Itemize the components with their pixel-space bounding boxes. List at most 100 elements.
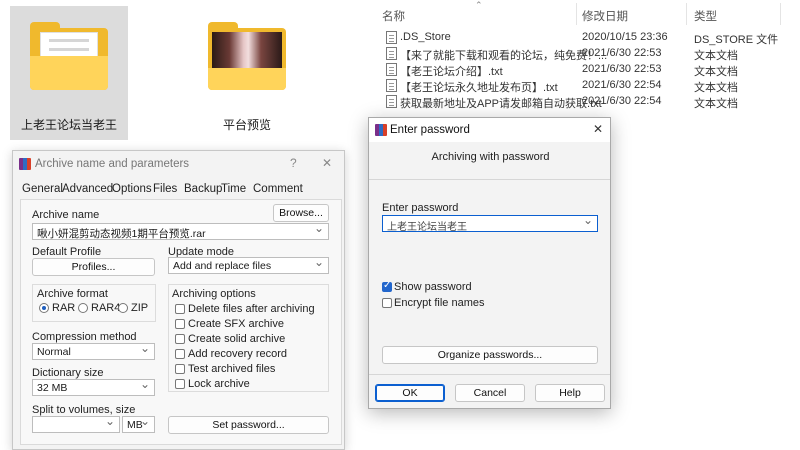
folder-tile-preview[interactable]: 平台预览 bbox=[188, 6, 306, 140]
file-row[interactable]: 【老王论坛永久地址发布页】.txt 2021/6/30 22:54 文本文档 bbox=[370, 78, 800, 94]
show-password-checkbox[interactable] bbox=[382, 280, 392, 292]
file-icon bbox=[386, 31, 397, 44]
file-row[interactable]: 【老王论坛介绍】.txt 2021/6/30 22:53 文本文档 bbox=[370, 62, 800, 78]
format-rar-label: RAR bbox=[52, 302, 76, 314]
profiles-button[interactable]: Profiles... bbox=[32, 258, 155, 276]
file-row[interactable]: 【来了就能下载和观看的论坛，纯免费！... 2021/6/30 22:53 文本… bbox=[370, 46, 800, 62]
archiving-options-label: Archiving options bbox=[172, 288, 256, 300]
tab-advanced[interactable]: Advanced bbox=[62, 183, 113, 195]
cancel-button[interactable]: Cancel bbox=[455, 384, 525, 402]
recovery-record-label: Add recovery record bbox=[188, 348, 288, 360]
delete-files-checkbox[interactable] bbox=[175, 304, 185, 314]
update-mode-select[interactable]: Add and replace files bbox=[168, 257, 329, 274]
create-sfx-label: Create SFX archive bbox=[188, 318, 284, 330]
column-header-type[interactable]: 类型 bbox=[694, 8, 717, 24]
tab-files[interactable]: Files bbox=[153, 183, 177, 195]
compression-label: Compression method bbox=[32, 331, 137, 343]
help-button[interactable]: Help bbox=[535, 384, 605, 402]
recovery-record-checkbox[interactable] bbox=[175, 349, 185, 359]
test-files-checkbox[interactable] bbox=[175, 364, 185, 374]
folder-label: 平台预览 bbox=[222, 118, 271, 132]
dictionary-label: Dictionary size bbox=[32, 367, 104, 379]
organize-passwords-button[interactable]: Organize passwords... bbox=[382, 346, 598, 364]
lock-archive-checkbox[interactable] bbox=[175, 379, 185, 389]
text-file-icon bbox=[386, 47, 397, 60]
browse-button[interactable]: Browse... bbox=[273, 204, 329, 222]
file-modified: 2021/6/30 22:54 bbox=[582, 95, 662, 107]
file-modified: 2021/6/30 22:54 bbox=[582, 79, 662, 91]
format-zip-label: ZIP bbox=[131, 302, 149, 314]
dialog-subtitle: Archiving with password bbox=[431, 151, 550, 163]
password-input[interactable]: 上老王论坛当老王 bbox=[382, 215, 598, 232]
tab-comment[interactable]: Comment bbox=[253, 183, 303, 195]
ok-button[interactable]: OK bbox=[375, 384, 445, 402]
archive-name-label: Archive name bbox=[32, 209, 100, 221]
file-modified: 2020/10/15 23:36 bbox=[582, 31, 668, 43]
password-dialog: Enter password ✕ Archiving with password… bbox=[368, 117, 611, 409]
dialog-titlebar[interactable]: Enter password ✕ bbox=[369, 118, 610, 142]
delete-files-label: Delete files after archiving bbox=[188, 303, 315, 315]
lock-archive-label: Lock archive bbox=[188, 378, 250, 390]
show-password-label: Show password bbox=[394, 281, 472, 293]
dialog-titlebar[interactable]: Archive name and parameters ? ✕ bbox=[13, 151, 344, 177]
text-file-icon bbox=[386, 63, 397, 76]
file-name: .DS_Store bbox=[400, 31, 451, 43]
file-name: 【老王论坛介绍】.txt bbox=[400, 66, 503, 78]
create-solid-label: Create solid archive bbox=[188, 333, 286, 345]
folder-icon bbox=[208, 18, 286, 98]
file-type: 文本文档 bbox=[694, 82, 738, 94]
file-type: 文本文档 bbox=[694, 98, 738, 110]
tab-options[interactable]: Options bbox=[112, 183, 152, 195]
general-panel: Archive name Browse... 啾小妍混剪动态视频1期平台预览.r… bbox=[20, 199, 342, 445]
format-rar-radio[interactable] bbox=[39, 303, 49, 313]
text-file-icon bbox=[386, 95, 397, 108]
file-name: 【来了就能下载和观看的论坛，纯免费！... bbox=[400, 50, 608, 62]
dialog-title: Archive name and parameters bbox=[35, 158, 190, 170]
file-type: DS_STORE 文件 bbox=[694, 34, 779, 46]
column-header-name[interactable]: 名称 bbox=[382, 8, 405, 24]
file-row[interactable]: .DS_Store 2020/10/15 23:36 DS_STORE 文件 bbox=[370, 30, 800, 46]
split-size-input[interactable] bbox=[32, 416, 120, 433]
tab-strip: General Advanced Options Files Backup Ti… bbox=[22, 181, 342, 199]
help-button[interactable]: ? bbox=[290, 156, 297, 170]
tab-general[interactable]: General bbox=[22, 183, 63, 195]
file-type: 文本文档 bbox=[694, 66, 738, 78]
format-rar4-radio[interactable] bbox=[78, 303, 88, 313]
set-password-button[interactable]: Set password... bbox=[168, 416, 329, 434]
folder-icon bbox=[30, 18, 108, 98]
close-button[interactable]: ✕ bbox=[322, 156, 332, 170]
file-name: 【老王论坛永久地址发布页】.txt bbox=[400, 82, 558, 94]
file-type: 文本文档 bbox=[694, 50, 738, 62]
tab-time[interactable]: Time bbox=[221, 183, 246, 195]
create-solid-checkbox[interactable] bbox=[175, 334, 185, 344]
file-name: 获取最新地址及APP请发邮箱自动获取.txt bbox=[400, 98, 602, 110]
tab-backup[interactable]: Backup bbox=[184, 183, 222, 195]
archive-format-label: Archive format bbox=[37, 288, 108, 300]
archive-name-input[interactable]: 啾小妍混剪动态视频1期平台预览.rar bbox=[32, 223, 329, 240]
text-file-icon bbox=[386, 79, 397, 92]
split-unit-select[interactable]: MB bbox=[122, 416, 155, 433]
encrypt-names-label: Encrypt file names bbox=[394, 297, 485, 309]
format-rar4-label: RAR4 bbox=[91, 302, 121, 314]
archive-dialog: Archive name and parameters ? ✕ General … bbox=[12, 150, 345, 450]
winrar-icon bbox=[375, 124, 387, 136]
folder-label: 上老王论坛当老王 bbox=[20, 118, 117, 132]
folder-tile-docs[interactable]: 上老王论坛当老王 bbox=[10, 6, 128, 140]
create-sfx-checkbox[interactable] bbox=[175, 319, 185, 329]
format-zip-radio[interactable] bbox=[118, 303, 128, 313]
dictionary-select[interactable]: 32 MB bbox=[32, 379, 155, 396]
test-files-label: Test archived files bbox=[188, 363, 276, 375]
file-modified: 2021/6/30 22:53 bbox=[582, 47, 662, 59]
winrar-icon bbox=[19, 158, 31, 170]
dialog-title: Enter password bbox=[390, 124, 470, 136]
sort-arrow-icon: ⌃ bbox=[475, 0, 483, 10]
file-list: ⌃ 名称 修改日期 类型 .DS_Store 2020/10/15 23:36 … bbox=[370, 0, 800, 118]
column-header-modified[interactable]: 修改日期 bbox=[582, 8, 628, 24]
default-profile-label: Default Profile bbox=[32, 246, 102, 258]
encrypt-names-checkbox[interactable] bbox=[382, 298, 392, 308]
close-button[interactable]: ✕ bbox=[593, 122, 603, 136]
compression-select[interactable]: Normal bbox=[32, 343, 155, 360]
file-modified: 2021/6/30 22:53 bbox=[582, 63, 662, 75]
file-row[interactable]: 获取最新地址及APP请发邮箱自动获取.txt 2021/6/30 22:54 文… bbox=[370, 94, 800, 110]
enter-password-label: Enter password bbox=[382, 202, 459, 214]
